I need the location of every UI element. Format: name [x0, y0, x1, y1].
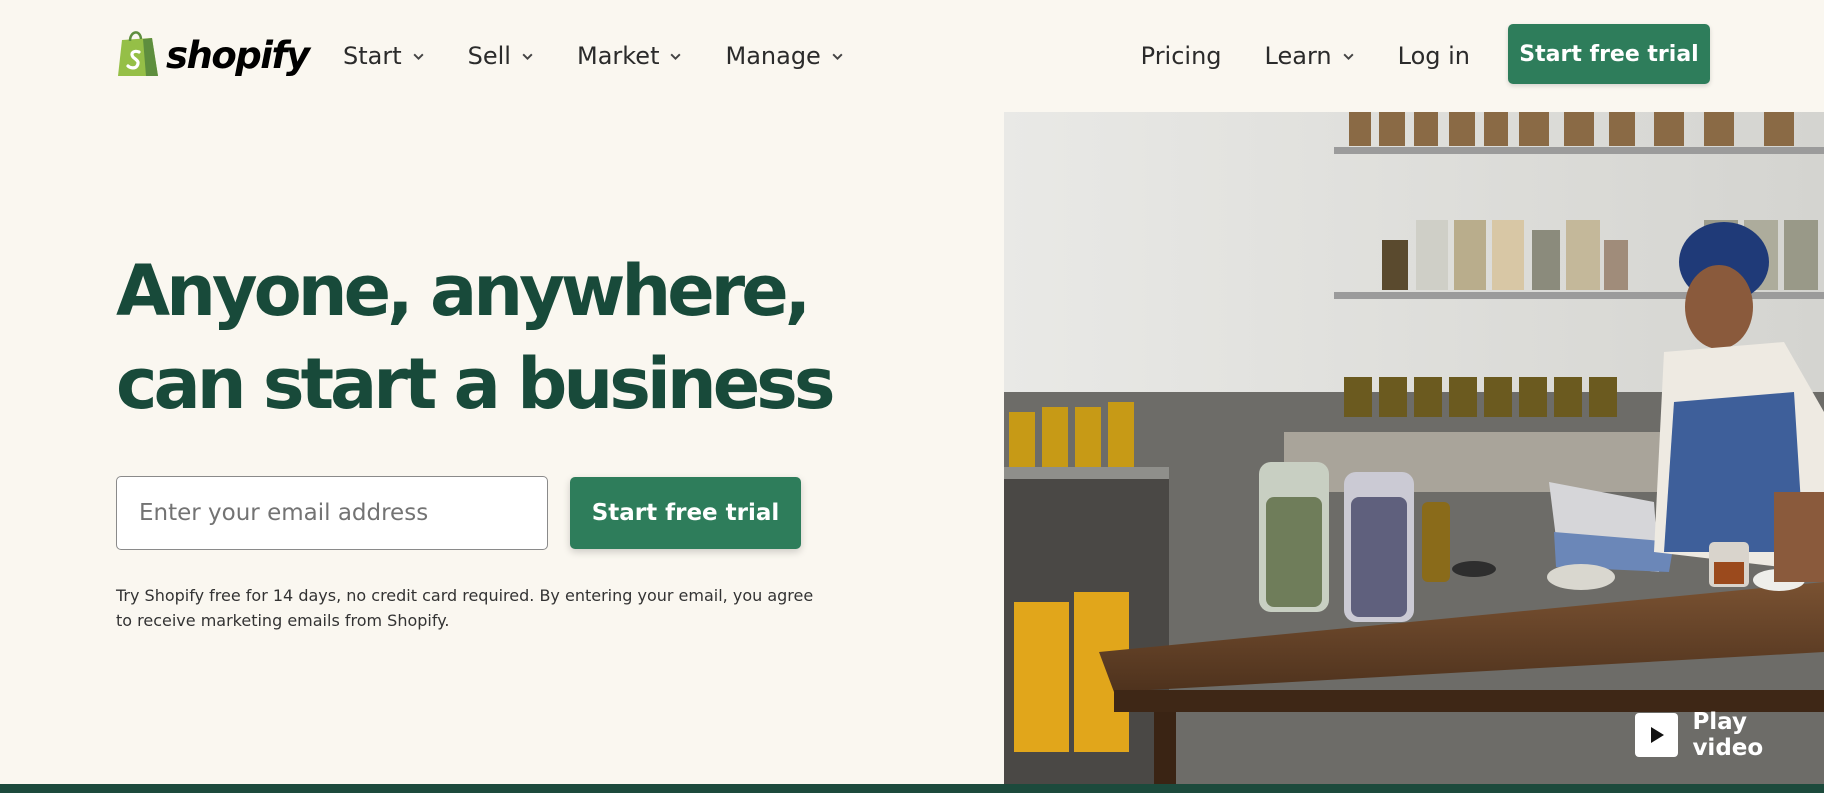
nav-market[interactable]: Market [577, 36, 683, 76]
hero-video-thumbnail[interactable]: Play video [1004, 112, 1824, 784]
logo-wordmark: shopify [166, 33, 310, 77]
shopping-bag-icon [116, 28, 160, 82]
nav-login[interactable]: Log in [1398, 36, 1470, 76]
nav-login-label: Log in [1397, 42, 1470, 70]
shopify-logo[interactable]: shopify [116, 28, 310, 82]
nav-market-label: Market [576, 42, 660, 70]
email-input[interactable] [116, 476, 548, 550]
chevron-down-icon [670, 53, 682, 60]
trial-disclaimer: Try Shopify free for 14 days, no credit … [116, 586, 814, 630]
nav-start[interactable]: Start [343, 36, 425, 76]
primary-nav: Start Sell Market Manage [343, 36, 887, 76]
nav-start-label: Start [343, 42, 402, 70]
nav-manage-label: Manage [725, 42, 821, 70]
shop-scene-illustration [1004, 112, 1824, 784]
hero-heading: Anyone, anywhere, can start a business [116, 245, 996, 431]
secondary-nav: Pricing Learn Log in [1098, 36, 1470, 76]
hero-heading-line1: Anyone, anywhere, [116, 250, 811, 332]
nav-pricing[interactable]: Pricing [1141, 36, 1222, 76]
nav-manage[interactable]: Manage [725, 36, 843, 76]
nav-learn-label: Learn [1264, 42, 1332, 70]
header-start-trial-button[interactable]: Start free trial [1508, 24, 1710, 84]
site-header: shopify Start Sell Market Manage Pricing… [0, 0, 1824, 111]
bottom-divider [0, 784, 1824, 793]
chevron-down-icon [832, 53, 843, 60]
hero-heading-line2: can start a business [116, 343, 835, 425]
nav-sell[interactable]: Sell [468, 36, 534, 76]
play-video-button[interactable]: Play video [1635, 709, 1824, 761]
play-icon [1635, 713, 1679, 757]
hero-start-trial-button[interactable]: Start free trial [570, 477, 801, 549]
play-video-label: Play video [1692, 709, 1764, 761]
nav-sell-label: Sell [467, 42, 511, 70]
chevron-down-icon [522, 53, 533, 60]
nav-pricing-label: Pricing [1140, 42, 1222, 70]
chevron-down-icon [413, 53, 424, 60]
chevron-down-icon [1343, 53, 1354, 60]
nav-learn[interactable]: Learn [1265, 36, 1355, 76]
